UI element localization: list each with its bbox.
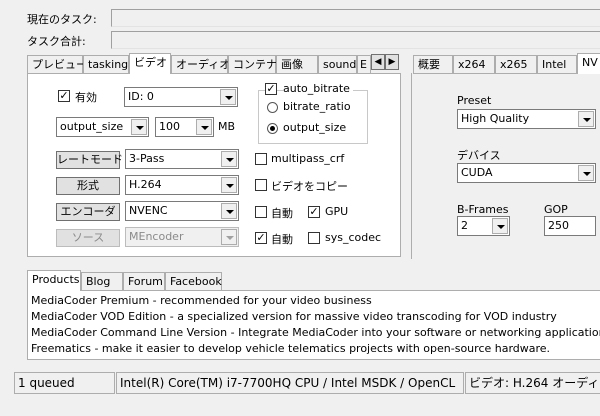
auto2-label: 自動 xyxy=(271,233,293,246)
tab-summary[interactable]: 概要 xyxy=(413,55,453,74)
gop-label: GOP xyxy=(544,203,568,216)
enabled-label: 有効 xyxy=(75,91,97,104)
tab-x265[interactable]: x265 xyxy=(495,55,537,74)
tab-container[interactable]: コンテナ xyxy=(228,55,277,74)
total-task-field xyxy=(111,31,600,49)
encoder-select[interactable]: NVENC xyxy=(125,201,239,221)
tab-image[interactable]: 画像 xyxy=(276,55,318,74)
bframes-select[interactable]: 2 xyxy=(457,216,510,236)
gpu-label: GPU xyxy=(325,205,349,218)
tab-forum[interactable]: Forum xyxy=(123,272,165,291)
encoder-button[interactable]: エンコーダ xyxy=(56,203,120,221)
auto1-label: 自動 xyxy=(271,207,293,220)
gop-input[interactable]: 250 xyxy=(544,216,596,236)
video-info-status: ビデオ: H.264 オーディ xyxy=(465,372,600,394)
arrow-right-icon: ▶ xyxy=(388,57,396,67)
current-task-label: 現在のタスク: xyxy=(27,13,97,26)
tab-blog[interactable]: Blog xyxy=(81,272,123,291)
tab-products[interactable]: Products xyxy=(27,270,81,291)
size-value-select[interactable]: 100 xyxy=(155,117,214,137)
rate-mode-select[interactable]: 3-Pass xyxy=(125,149,239,169)
app-window: 現在のタスク: タスク合計: プレビュー tasking ビデオ オーディオ コ… xyxy=(0,0,600,416)
bitrate-ratio-radio[interactable] xyxy=(267,102,278,113)
tab-x264[interactable]: x264 xyxy=(453,55,495,74)
bitrate-ratio-label: bitrate_ratio xyxy=(283,100,351,113)
preset-label: Preset xyxy=(457,94,492,107)
arrow-left-icon: ◀ xyxy=(374,57,382,67)
chevron-down-icon xyxy=(221,229,237,245)
tab-facebook[interactable]: Facebook xyxy=(165,272,222,291)
copy-video-checkbox[interactable] xyxy=(255,179,267,191)
tab-intel[interactable]: Intel xyxy=(537,55,577,74)
product-link-premium[interactable]: MediaCoder Premium - recommended for you… xyxy=(31,294,372,307)
id-select[interactable]: ID: 0 xyxy=(124,87,238,107)
chevron-down-icon xyxy=(221,177,237,193)
tab-video[interactable]: ビデオ xyxy=(129,53,171,74)
tab-sound[interactable]: sound xyxy=(318,55,357,74)
chevron-down-icon xyxy=(578,165,594,181)
auto-bitrate-checkbox[interactable]: ✓ xyxy=(265,83,277,95)
product-link-cli[interactable]: MediaCoder Command Line Version - Integr… xyxy=(31,326,600,339)
total-task-label: タスク合計: xyxy=(27,35,86,48)
device-select[interactable]: CUDA xyxy=(457,163,596,183)
queue-status: 1 queued xyxy=(14,372,115,394)
chevron-down-icon xyxy=(220,89,236,105)
products-panel: MediaCoder Premium - recommended for you… xyxy=(27,290,600,360)
format-select[interactable]: H.264 xyxy=(125,175,239,195)
output-size-radio[interactable] xyxy=(267,123,278,134)
product-link-freematics[interactable]: Freematics - make it easier to develop v… xyxy=(31,342,550,355)
chevron-down-icon xyxy=(578,111,594,127)
tab-nv[interactable]: NV xyxy=(577,53,600,74)
source-button[interactable]: ソース xyxy=(56,229,120,247)
bitrate-group xyxy=(258,90,368,144)
source-select[interactable]: MEncoder xyxy=(125,227,239,247)
multipass-crf-label: multipass_crf xyxy=(271,152,345,165)
tab-scroll-left-button[interactable]: ◀ xyxy=(371,54,385,70)
size-mode-select[interactable]: output_size xyxy=(56,117,149,137)
current-task-field xyxy=(111,9,600,27)
device-label: デバイス xyxy=(457,149,501,162)
tab-preview[interactable]: プレビュー xyxy=(27,55,87,74)
chevron-down-icon xyxy=(221,151,237,167)
chevron-down-icon xyxy=(196,119,212,135)
sys-codec-label: sys_codec xyxy=(325,231,382,244)
chevron-down-icon xyxy=(221,203,237,219)
enabled-checkbox[interactable]: ✓ xyxy=(58,90,70,102)
format-button[interactable]: 形式 xyxy=(56,177,120,195)
auto-bitrate-label: auto_bitrate xyxy=(283,82,353,95)
size-unit-label: MB xyxy=(218,120,236,133)
right-panel-border xyxy=(411,73,412,259)
auto2-checkbox[interactable]: ✓ xyxy=(255,232,267,244)
chevron-down-icon xyxy=(131,119,147,135)
multipass-crf-checkbox[interactable] xyxy=(255,153,267,165)
tab-scroll-right-button[interactable]: ▶ xyxy=(385,54,399,70)
sys-codec-checkbox[interactable] xyxy=(308,232,320,244)
cpu-status: Intel(R) Core(TM) i7-7700HQ CPU / Intel … xyxy=(116,372,464,394)
auto1-checkbox[interactable] xyxy=(255,206,267,218)
tab-audio[interactable]: オーディオ xyxy=(171,55,230,74)
gpu-checkbox[interactable]: ✓ xyxy=(308,206,320,218)
copy-video-label: ビデオをコピー xyxy=(271,180,348,193)
output-size-label: output_size xyxy=(283,121,347,134)
chevron-down-icon xyxy=(492,218,508,234)
tab-tasking[interactable]: tasking xyxy=(83,55,129,74)
product-link-vod[interactable]: MediaCoder VOD Edition - a specialized v… xyxy=(31,310,557,323)
preset-select[interactable]: High Quality xyxy=(457,109,596,129)
bframes-label: B-Frames xyxy=(457,203,509,216)
rate-mode-button[interactable]: レートモード xyxy=(56,151,123,169)
tab-more[interactable]: E xyxy=(357,55,371,74)
